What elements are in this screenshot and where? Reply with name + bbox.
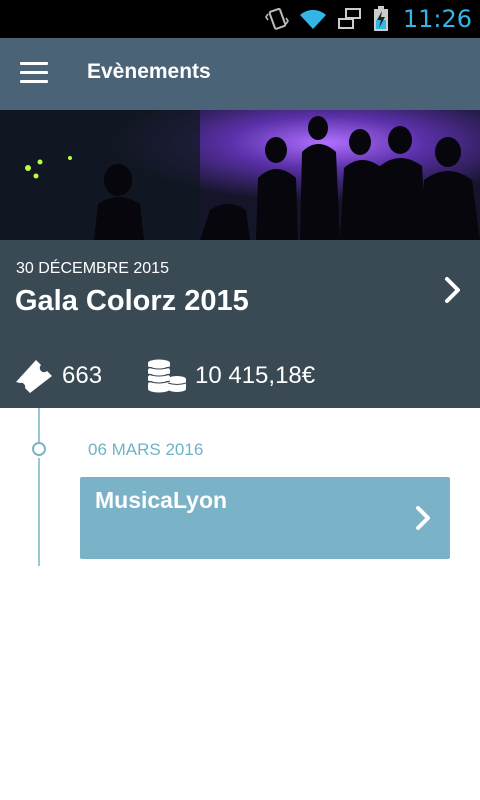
chevron-right-icon (445, 277, 460, 303)
timeline-line-top (38, 408, 40, 442)
timeline-dot-icon (32, 442, 46, 456)
featured-event-card[interactable]: 30 DÉCEMBRE 2015 Gala Colorz 2015 663 10… (0, 240, 480, 408)
tickets-stat: 663 (14, 358, 102, 394)
revenue-stat: 10 415,18€ (147, 358, 315, 394)
network-icon (337, 8, 361, 29)
revenue-amount: 10 415,18€ (195, 362, 316, 389)
tickets-count: 663 (62, 362, 103, 389)
chevron-right-icon (416, 506, 430, 530)
wifi-icon (299, 9, 326, 29)
coins-icon (147, 359, 187, 393)
status-bar: 11:26 (0, 0, 480, 38)
timeline-event-name: MusicaLyon (95, 487, 228, 513)
page-title: Evènements (87, 60, 211, 83)
ticket-icon (16, 360, 52, 393)
timeline-event-card[interactable]: MusicaLyon (80, 477, 450, 559)
hamburger-menu-icon[interactable] (20, 62, 48, 84)
timeline-line-bottom (38, 458, 40, 566)
app-bar: Evènements (0, 38, 480, 110)
status-time: 11:26 (402, 5, 472, 33)
timeline-event-date: 06 MARS 2016 (88, 440, 204, 459)
featured-event-name: Gala Colorz 2015 (15, 285, 249, 317)
event-hero-image (0, 110, 480, 240)
battery-charging-icon (373, 6, 388, 31)
featured-event-date: 30 DÉCEMBRE 2015 (16, 260, 169, 277)
vibrate-icon (264, 7, 289, 30)
status-icons: 11:26 (264, 0, 472, 38)
